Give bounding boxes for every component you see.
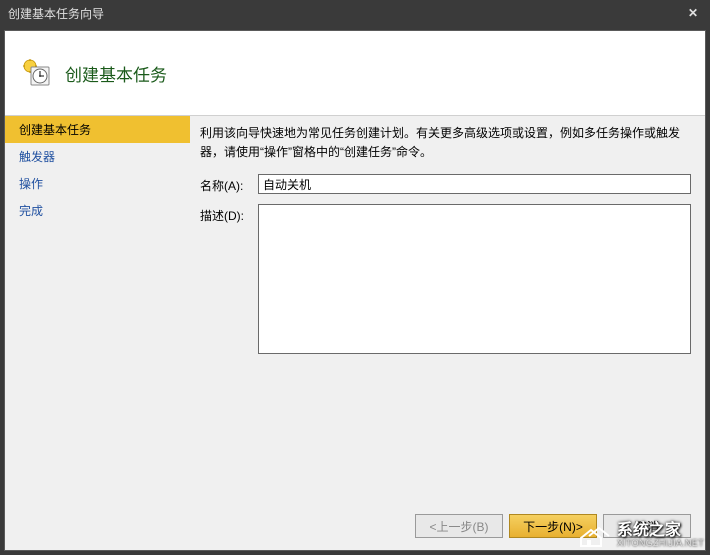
description-label: 描述(D): xyxy=(200,204,258,224)
wizard-content: 利用该向导快速地为常见任务创建计划。有关更多高级选项或设置，例如多任务操作或触发… xyxy=(190,116,705,502)
sidebar-item-label: 触发器 xyxy=(19,150,55,164)
wizard-footer: <上一步(B) 下一步(N)> 取消 xyxy=(5,502,705,550)
back-button: <上一步(B) xyxy=(415,514,503,538)
name-row: 名称(A): xyxy=(200,174,691,194)
wizard-window: 创建基本任务向导 ✕ xyxy=(0,0,710,555)
close-icon[interactable]: ✕ xyxy=(684,6,702,20)
wizard-sidebar: 创建基本任务 触发器 操作 完成 xyxy=(5,116,190,502)
wizard-header: 创建基本任务 xyxy=(5,31,705,116)
instruction-text: 利用该向导快速地为常见任务创建计划。有关更多高级选项或设置，例如多任务操作或触发… xyxy=(200,124,691,162)
sidebar-item-create-basic-task[interactable]: 创建基本任务 xyxy=(5,116,190,143)
description-row: 描述(D): xyxy=(200,204,691,354)
name-label: 名称(A): xyxy=(200,174,258,194)
next-button[interactable]: 下一步(N)> xyxy=(509,514,597,538)
titlebar: 创建基本任务向导 ✕ xyxy=(0,0,710,26)
wizard-header-title: 创建基本任务 xyxy=(65,61,167,86)
sidebar-item-label: 完成 xyxy=(19,204,43,218)
sidebar-item-action[interactable]: 操作 xyxy=(5,170,190,197)
sidebar-item-trigger[interactable]: 触发器 xyxy=(5,143,190,170)
dialog-body: 创建基本任务 创建基本任务 触发器 操作 完成 利用该向导快速地为常见任务创建计… xyxy=(4,30,706,551)
wizard-body: 创建基本任务 触发器 操作 完成 利用该向导快速地为常见任务创建计划。有关更多高… xyxy=(5,116,705,502)
sidebar-item-label: 创建基本任务 xyxy=(19,123,91,137)
task-schedule-icon xyxy=(23,59,51,87)
cancel-button[interactable]: 取消 xyxy=(603,514,691,538)
window-title: 创建基本任务向导 xyxy=(8,5,104,22)
description-textarea[interactable] xyxy=(258,204,691,354)
sidebar-item-finish[interactable]: 完成 xyxy=(5,197,190,224)
sidebar-item-label: 操作 xyxy=(19,177,43,191)
name-input[interactable] xyxy=(258,174,691,194)
